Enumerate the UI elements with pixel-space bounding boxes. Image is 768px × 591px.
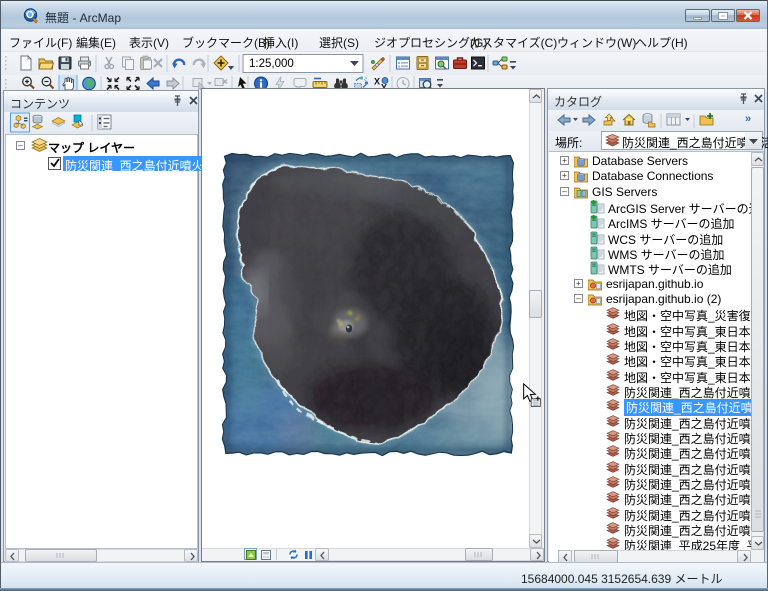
svg-text:1:25,000: 1:25,000 — [249, 58, 294, 70]
svg-text:»: » — [745, 113, 751, 125]
svg-text:X: X — [374, 77, 380, 87]
